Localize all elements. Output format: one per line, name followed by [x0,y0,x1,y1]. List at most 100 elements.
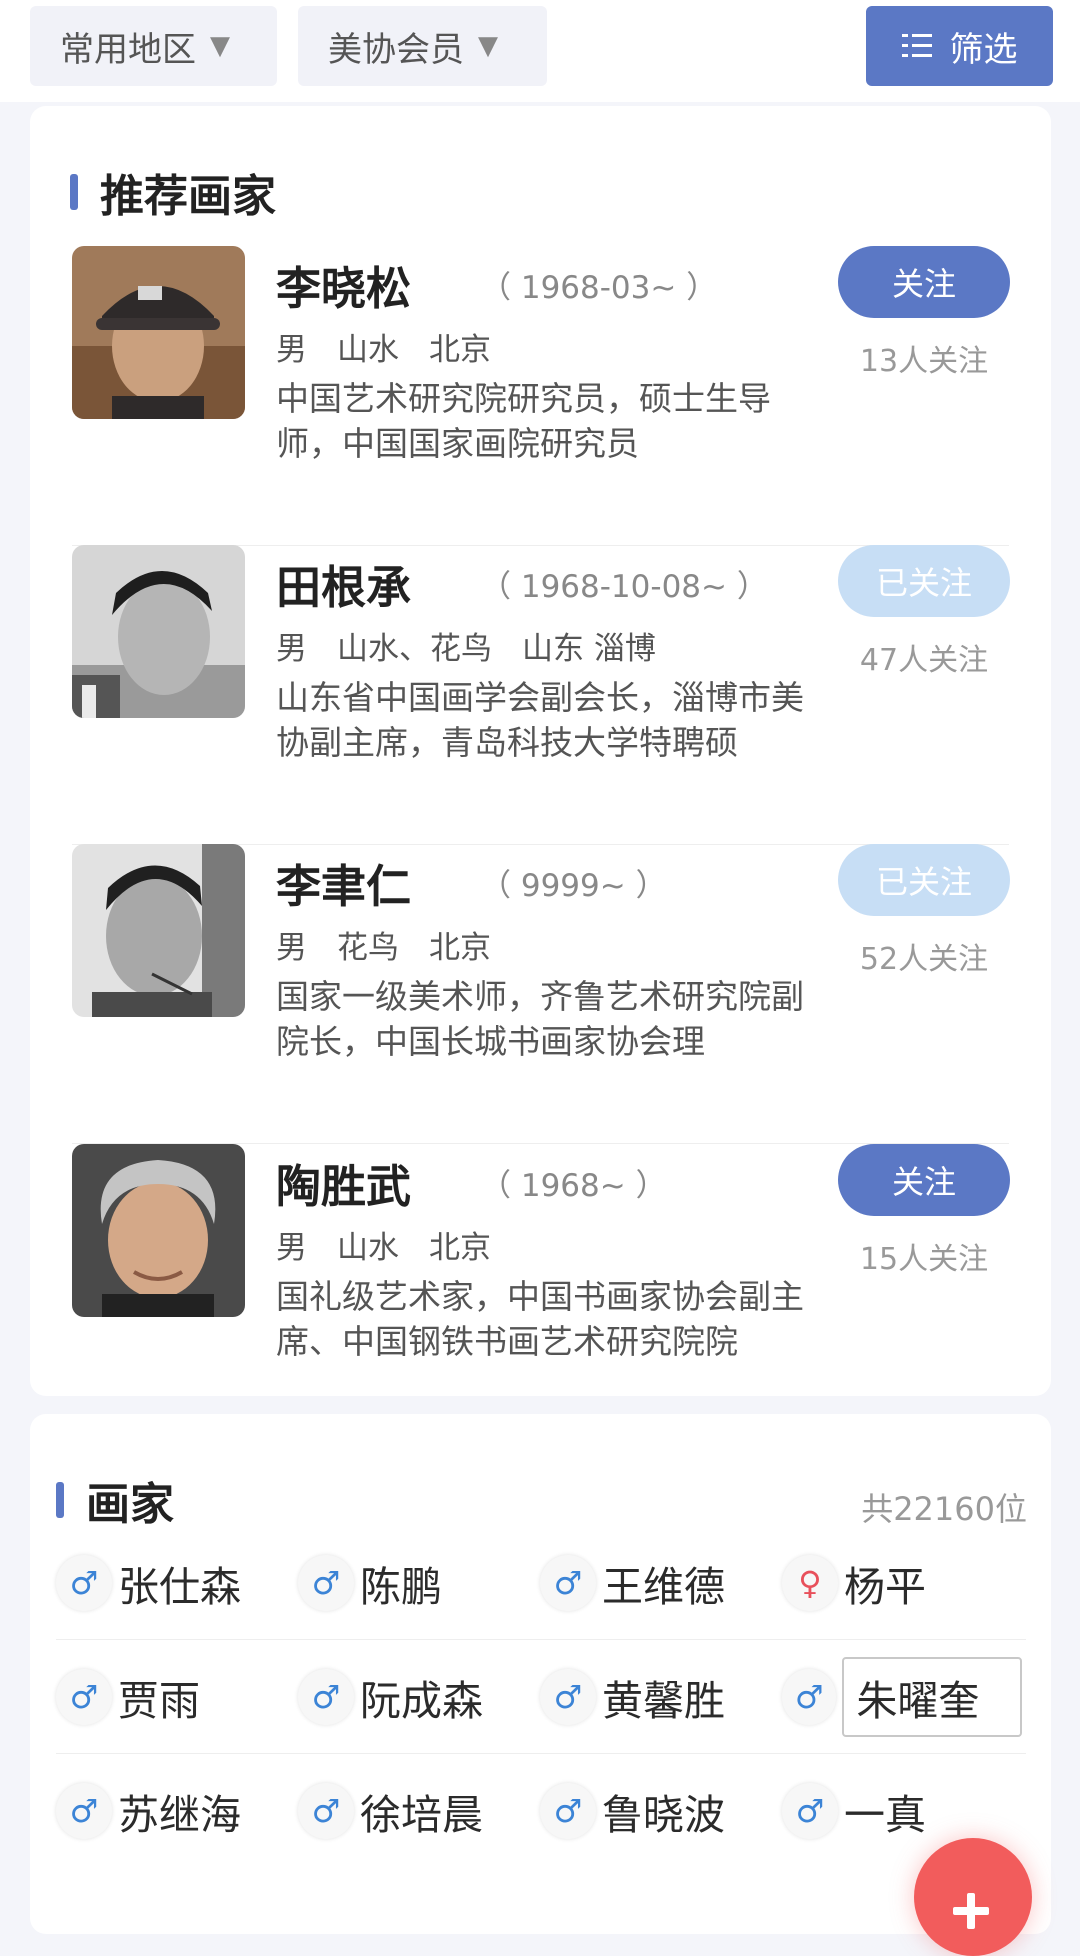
artist-bio: 山东省中国画学会副会长，淄博市美协副主席，青岛科技大学特聘硕 [276,678,804,762]
male-icon: ♂ [298,1669,354,1725]
artist-bio: 中国艺术研究院研究员，硕士生导师，中国国家画院研究员 [276,379,771,463]
painters-title: 画家 [86,1479,174,1530]
filter-button[interactable]: 筛选 [866,6,1053,86]
painter-item[interactable]: ♂ 贾雨 [56,1640,296,1754]
triangle-down-icon: ▼ [478,31,498,61]
painter-name: 贾雨 [118,1677,200,1725]
male-icon: ♂ [782,1783,838,1839]
artist-gender: 男 [276,631,307,667]
recommended-card: 推荐画家 李晓松 （ 1968-03~ ） 男山水 北京 中国艺术研究院研究员，硕… [30,106,1051,1396]
male-icon: ♂ [298,1783,354,1839]
artist-meta: 男花鸟 北京 [276,922,521,967]
artist-dates: （ 1968-03~ ） [480,270,718,306]
artist-genre: 山水 [337,332,399,368]
painter-item[interactable]: ♂ 王维德 [540,1526,780,1640]
artist-gender: 男 [276,1230,307,1266]
painter-item[interactable]: ♂ 黄馨胜 [540,1640,780,1754]
artist-bio: 国礼级艺术家，中国书画家协会副主席、中国钢铁书画艺术研究院院 [276,1277,804,1361]
painter-total-count: 共22160位 [861,1490,1027,1528]
painter-item[interactable]: ♂ 阮成森 [298,1640,538,1754]
title-accent-bar [56,1482,64,1518]
painter-row: ♂ 贾雨 ♂ 阮成森 ♂ 黄馨胜 ♂ 朱曜奎 [56,1640,1026,1754]
artist-gender: 男 [276,332,307,368]
followed-button[interactable]: 已关注 [838,545,1010,617]
male-icon: ♂ [56,1783,112,1839]
male-icon: ♂ [56,1555,112,1611]
painter-name: 鲁晓波 [602,1791,725,1839]
artist-location: 北京 [429,332,491,368]
followed-button[interactable]: 已关注 [838,844,1010,916]
painter-name: 一真 [844,1791,926,1839]
artist-meta: 男山水、花鸟 山东 淄博 [276,623,686,668]
follow-count: 13人关注 [859,344,989,379]
male-icon: ♂ [782,1669,837,1725]
male-icon: ♂ [540,1669,596,1725]
artist-item[interactable]: 田根承 （ 1968-10-08~ ） 男山水、花鸟 山东 淄博 山东省中国画学会… [72,545,1010,845]
artist-dates: （ 9999~ ） [480,868,667,904]
painter-name: 徐培晨 [360,1791,483,1839]
artist-meta: 男山水 北京 [276,1222,521,1267]
region-dropdown-label: 常用地区 [60,29,196,70]
painter-name: 陈鹏 [360,1563,442,1611]
painter-item[interactable]: ♀ 杨平 [782,1526,1022,1640]
male-icon: ♂ [540,1555,596,1611]
filter-bar: 常用地区 ▼ 美协会员 ▼ 筛选 [0,0,1080,102]
artist-genre: 花鸟 [337,930,399,966]
region-dropdown[interactable]: 常用地区 ▼ [30,6,277,86]
artist-item[interactable]: 李晓松 （ 1968-03~ ） 男山水 北京 中国艺术研究院研究员，硕士生导师，… [72,246,1010,546]
follow-button[interactable]: 关注 [838,246,1010,318]
artist-bio: 国家一级美术师，齐鲁艺术研究院副院长，中国长城书画家协会理 [276,977,804,1061]
painter-item[interactable]: ♂ 鲁晓波 [540,1754,780,1868]
member-dropdown[interactable]: 美协会员 ▼ [298,6,547,86]
artist-item[interactable]: 陶胜武 （ 1968~ ） 男山水 北京 国礼级艺术家，中国书画家协会副主席、中国… [72,1144,1010,1444]
section-title: 画家 [56,1468,174,1532]
painter-item[interactable]: ♂ 苏继海 [56,1754,296,1868]
artist-meta: 男山水 北京 [276,324,521,369]
painter-name: 苏继海 [118,1791,241,1839]
follow-count: 52人关注 [859,942,989,977]
artist-genre: 山水 [337,1230,399,1266]
painter-name: 阮成森 [360,1677,483,1725]
painter-name: 黄馨胜 [602,1677,725,1725]
painter-item[interactable]: ♂ 张仕森 [56,1526,296,1640]
artist-avatar[interactable] [72,844,245,1017]
list-icon [901,34,932,58]
triangle-down-icon: ▼ [210,31,230,61]
artist-avatar[interactable] [72,1144,245,1317]
artist-location: 山东 淄博 [522,631,656,667]
member-dropdown-label: 美协会员 [328,29,464,70]
painter-name: 杨平 [844,1563,926,1611]
artist-name: 田根承 [276,561,412,614]
male-icon: ♂ [56,1669,112,1725]
painter-item[interactable]: ♂ 徐培晨 [298,1754,538,1868]
artist-dates: （ 1968~ ） [480,1168,667,1204]
artist-location: 北京 [429,930,491,966]
painter-name: 王维德 [602,1563,725,1611]
follow-count: 47人关注 [859,643,989,678]
male-icon: ♂ [298,1555,354,1611]
painter-list-card: 画家 共22160位 ♂ 张仕森 ♂ 陈鹏 ♂ 王维德 ♀ 杨平 ♂ 贾雨 ♂ … [30,1414,1051,1934]
filter-button-label: 筛选 [949,29,1018,70]
section-title: 推荐画家 [70,160,276,224]
title-accent-bar [70,174,78,210]
add-fab-button[interactable] [914,1838,1032,1956]
artist-name: 李聿仁 [276,860,412,913]
female-icon: ♀ [782,1555,838,1611]
artist-name: 陶胜武 [276,1160,412,1213]
follow-count: 15人关注 [859,1242,989,1277]
recommended-title: 推荐画家 [100,171,276,222]
male-icon: ♂ [540,1783,596,1839]
artist-location: 北京 [429,1230,491,1266]
artist-item[interactable]: 李聿仁 （ 9999~ ） 男花鸟 北京 国家一级美术师，齐鲁艺术研究院副院长，中… [72,844,1010,1144]
painter-name-focused: 朱曜奎 [842,1657,1022,1737]
artist-avatar[interactable] [72,246,245,419]
painter-name: 张仕森 [118,1563,241,1611]
artist-name: 李晓松 [276,262,412,315]
painter-item[interactable]: ♂ 陈鹏 [298,1526,538,1640]
painter-item[interactable]: ♂ 朱曜奎 [782,1640,1022,1754]
artist-avatar[interactable] [72,545,245,718]
painter-row: ♂ 张仕森 ♂ 陈鹏 ♂ 王维德 ♀ 杨平 [56,1526,1026,1640]
artist-gender: 男 [276,930,307,966]
follow-button[interactable]: 关注 [838,1144,1010,1216]
artist-genre: 山水、花鸟 [337,631,492,667]
